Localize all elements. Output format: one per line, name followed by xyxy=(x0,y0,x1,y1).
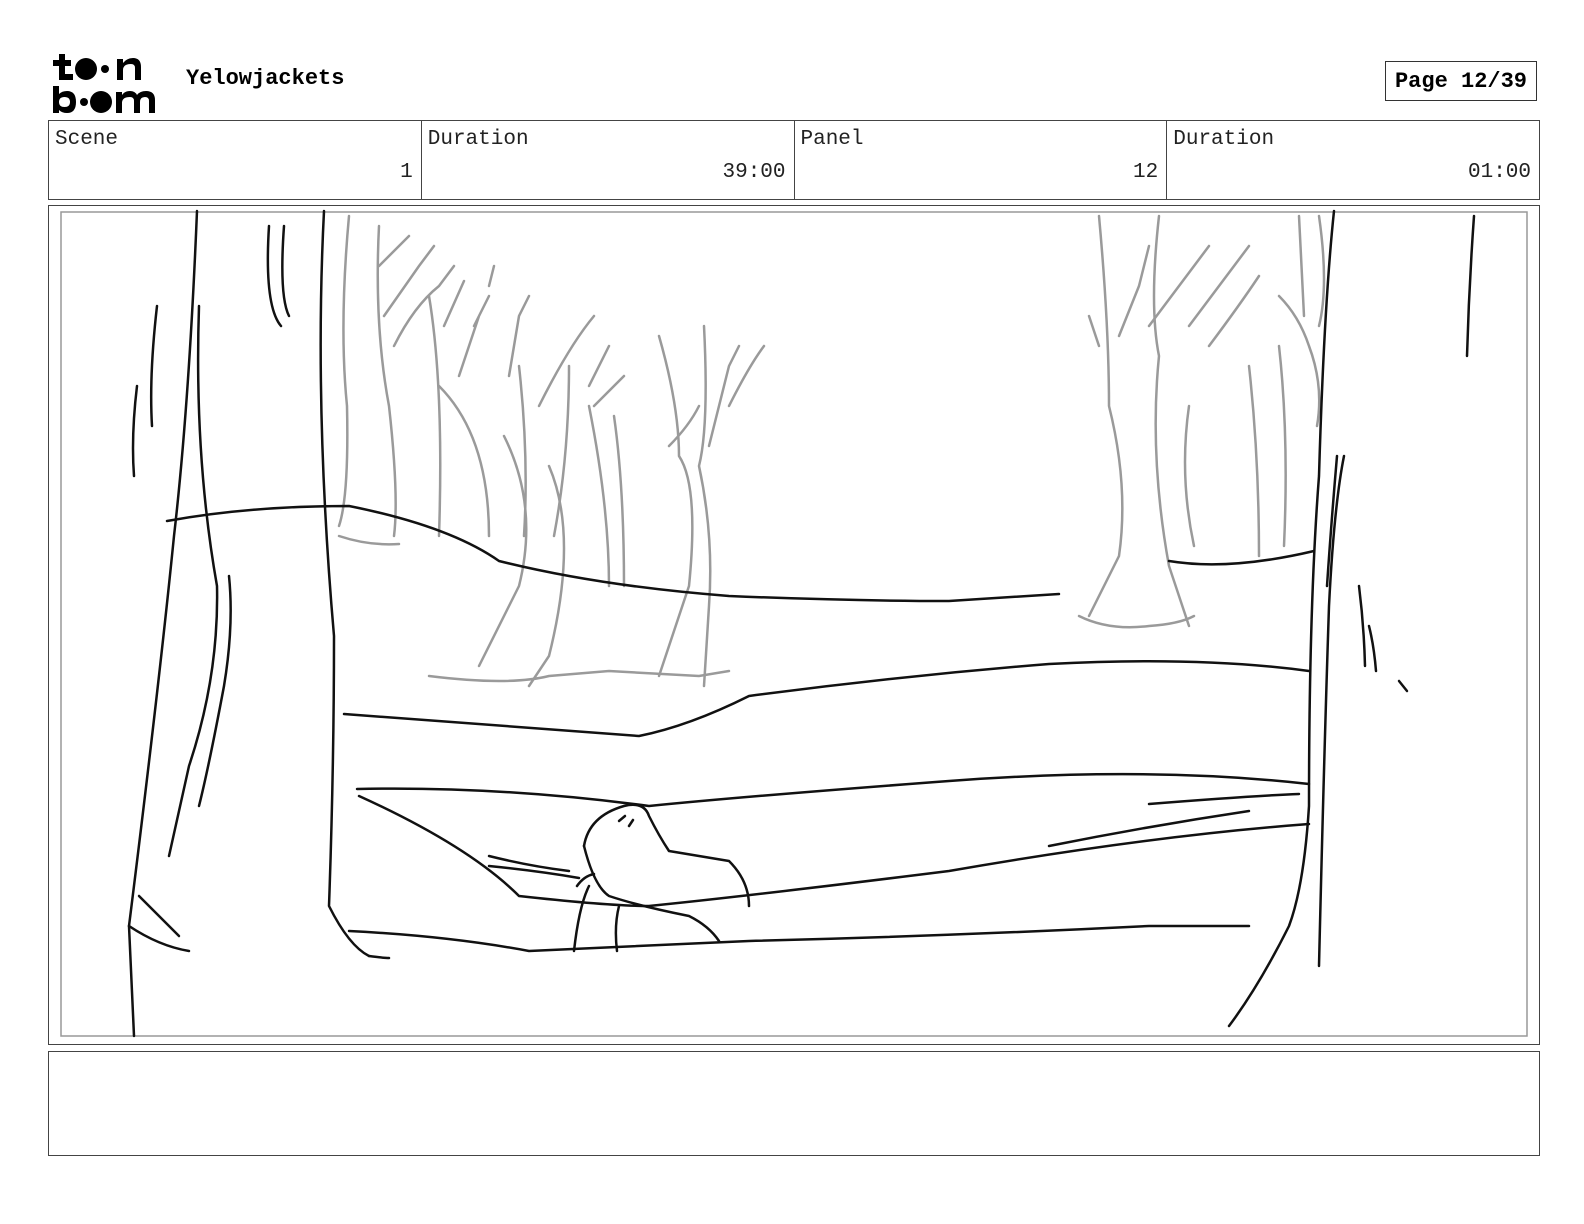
right-tree-trunk xyxy=(1227,209,1336,1028)
panel-value: 12 xyxy=(1133,161,1159,184)
foreground-lines xyxy=(127,209,1476,1038)
project-title: Yelowjackets xyxy=(186,66,345,91)
panel-duration-label: Duration xyxy=(1173,128,1275,151)
panel-cell: Panel 12 xyxy=(795,121,1168,199)
scene-info-table: Scene 1 Duration 39:00 Panel 12 Duration… xyxy=(48,120,1540,200)
background-trees xyxy=(337,214,1326,688)
scene-value: 1 xyxy=(400,161,413,184)
panel-duration-value: 01:00 xyxy=(1467,161,1531,184)
left-tree-trunk-left-edge xyxy=(127,209,199,1038)
ground-line-far xyxy=(165,504,1061,603)
ground-line-mid xyxy=(342,659,1311,738)
character-head xyxy=(582,803,751,908)
toonboom-logo xyxy=(53,54,155,113)
scene-duration-value: 39:00 xyxy=(722,161,786,184)
left-tree-trunk-right-edge xyxy=(319,209,371,958)
panel-notes-box xyxy=(48,1051,1540,1156)
storyboard-drawing xyxy=(60,209,1528,1038)
page-indicator-label: Page 12/39 xyxy=(1394,68,1528,94)
scene-cell: Scene 1 xyxy=(49,121,422,199)
storyboard-panel xyxy=(48,205,1540,1045)
safe-area-frame xyxy=(60,211,1528,1037)
scene-duration-cell: Duration 39:00 xyxy=(422,121,795,199)
scene-label: Scene xyxy=(55,128,119,151)
scene-duration-label: Duration xyxy=(427,128,529,151)
ground-line-near xyxy=(347,924,1251,953)
page-indicator: Page 12/39 xyxy=(1385,61,1537,101)
log-top-edge xyxy=(355,772,1311,808)
panel-duration-cell: Duration 01:00 xyxy=(1167,121,1539,199)
log-bottom-edge xyxy=(357,794,1311,908)
panel-label: Panel xyxy=(800,128,864,151)
